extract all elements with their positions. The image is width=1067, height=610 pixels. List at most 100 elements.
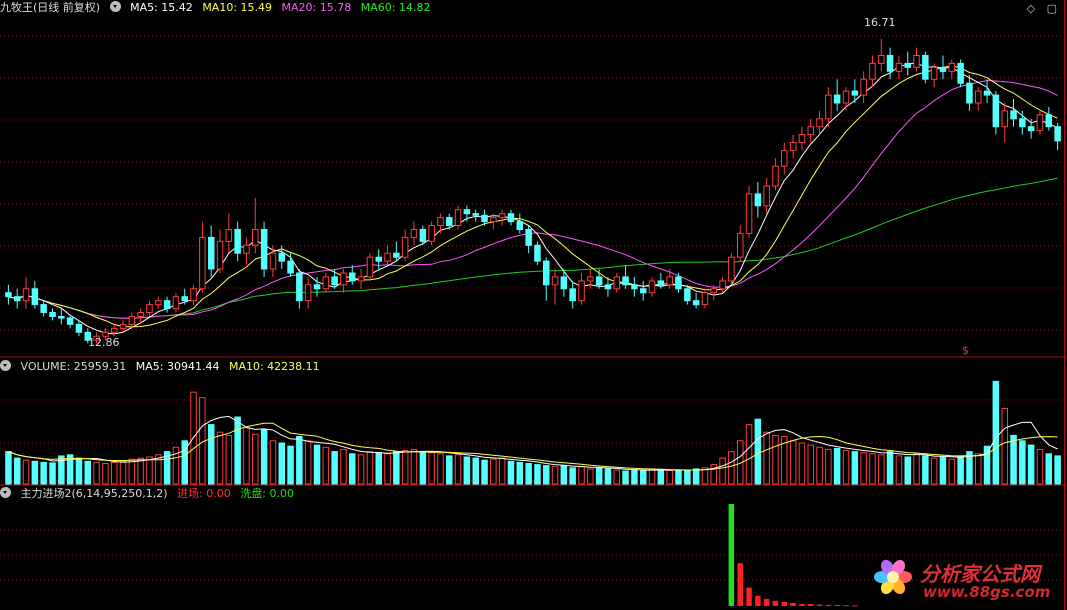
- candle-body: [1027, 126, 1035, 132]
- candle-body: [851, 90, 859, 96]
- candle-body: [22, 288, 30, 302]
- candle-body: [878, 55, 885, 64]
- stock-chart: [0, 0, 1067, 610]
- volume-bar: [878, 454, 885, 485]
- candle-body: [798, 134, 806, 144]
- candle-body: [172, 296, 180, 310]
- volume-bar: [763, 431, 770, 485]
- ma20-readout: MA20: 15.78: [281, 1, 352, 14]
- candle-body: [313, 284, 321, 290]
- indicator-title: 主力进场2(6,14,95,250,1,2): [20, 487, 168, 500]
- volume-bar: [631, 470, 638, 485]
- volume-bar: [296, 436, 303, 485]
- indicator-bar: [808, 604, 814, 606]
- candle-body: [922, 55, 929, 80]
- candle-body: [595, 276, 603, 286]
- candle-body: [807, 126, 814, 136]
- signal-marker: $: [962, 344, 969, 357]
- volume-bar: [983, 445, 991, 485]
- ma20-line: [8, 80, 1058, 319]
- volume-bar: [454, 454, 462, 485]
- volume-bar: [534, 464, 541, 485]
- candle-body: [975, 90, 982, 104]
- candle-body: [1045, 114, 1052, 128]
- volume-bar: [216, 431, 224, 485]
- low-price-label: 12.86: [88, 336, 120, 349]
- volume-readout: VOLUME: 25959.31: [20, 360, 127, 373]
- volume-bar: [1036, 448, 1044, 485]
- candle-body: [225, 229, 233, 242]
- volume-bar: [569, 467, 576, 485]
- candle-body: [551, 276, 559, 286]
- indicator-bar: [799, 604, 805, 606]
- entry-readout: 进场: 0.00: [177, 487, 231, 500]
- candle-body: [869, 62, 876, 80]
- candle-body: [463, 209, 471, 215]
- ma60-line: [8, 177, 1058, 319]
- candle-body: [675, 276, 682, 290]
- candle-body: [349, 272, 356, 282]
- candle-body: [1001, 110, 1008, 128]
- candle-body: [419, 229, 427, 242]
- candle-body: [446, 217, 453, 227]
- indicator-bar: [728, 504, 735, 606]
- volume-bar: [5, 451, 12, 485]
- volume-bar: [111, 461, 118, 485]
- diamond-icon[interactable]: ◇: [1027, 2, 1035, 15]
- volume-bar: [375, 452, 382, 485]
- ma5-line: [8, 62, 1058, 335]
- candle-body: [613, 276, 620, 290]
- candle-body: [119, 323, 127, 329]
- watermark-url: www.88gs.com: [923, 583, 1051, 601]
- candle-body: [816, 118, 823, 128]
- candle-body: [296, 272, 303, 302]
- candle-body: [322, 276, 330, 290]
- candle-body: [498, 213, 506, 219]
- volume-bar: [1054, 455, 1061, 485]
- volume-bar: [825, 448, 832, 485]
- candle-body: [692, 300, 700, 306]
- volume-bar: [648, 468, 656, 485]
- volume-bar: [278, 442, 285, 485]
- candle-body: [155, 300, 162, 306]
- volume-bar: [313, 444, 321, 485]
- candle-body: [525, 229, 532, 246]
- volume-bar: [754, 418, 762, 485]
- volume-bar: [551, 466, 559, 485]
- volume-bar: [851, 451, 859, 485]
- volume-bar: [225, 434, 233, 485]
- candle-body: [860, 78, 867, 96]
- candle-body: [252, 229, 259, 246]
- candle-body: [604, 284, 612, 290]
- indicator-toggle-icon[interactable]: [0, 487, 11, 498]
- candle-body: [49, 312, 56, 317]
- expand-icon[interactable]: ▢: [1047, 2, 1057, 15]
- candle-body: [75, 323, 83, 333]
- panel-toggle-icon[interactable]: [109, 1, 121, 12]
- candle-body: [331, 276, 338, 286]
- volume-bar: [490, 458, 497, 485]
- volume-bar: [930, 457, 938, 485]
- volume-bar: [384, 453, 391, 485]
- volume-bar: [957, 455, 964, 485]
- candle-body: [966, 82, 973, 104]
- volume-bar: [904, 456, 911, 485]
- candle-body: [737, 232, 744, 258]
- candle-body: [781, 149, 788, 167]
- volume-toggle-icon[interactable]: [0, 360, 11, 371]
- volume-bar: [146, 456, 153, 485]
- volume-bar: [1019, 440, 1026, 485]
- candle-body: [234, 229, 241, 254]
- candle-body: [208, 236, 215, 270]
- main-panel-header: 九牧王(日线 前复权) MA5: 15.42 MA10: 15.49 MA20:…: [0, 0, 436, 16]
- candle-body: [622, 276, 629, 286]
- candle-body: [842, 90, 850, 104]
- volume-bar: [666, 470, 673, 485]
- candle-body: [833, 94, 841, 104]
- volume-bar: [401, 450, 409, 485]
- volume-bar: [1045, 453, 1052, 485]
- candle-body: [357, 276, 365, 282]
- volume-bar: [886, 451, 894, 485]
- candle-body: [789, 142, 797, 151]
- volume-bar: [75, 457, 83, 485]
